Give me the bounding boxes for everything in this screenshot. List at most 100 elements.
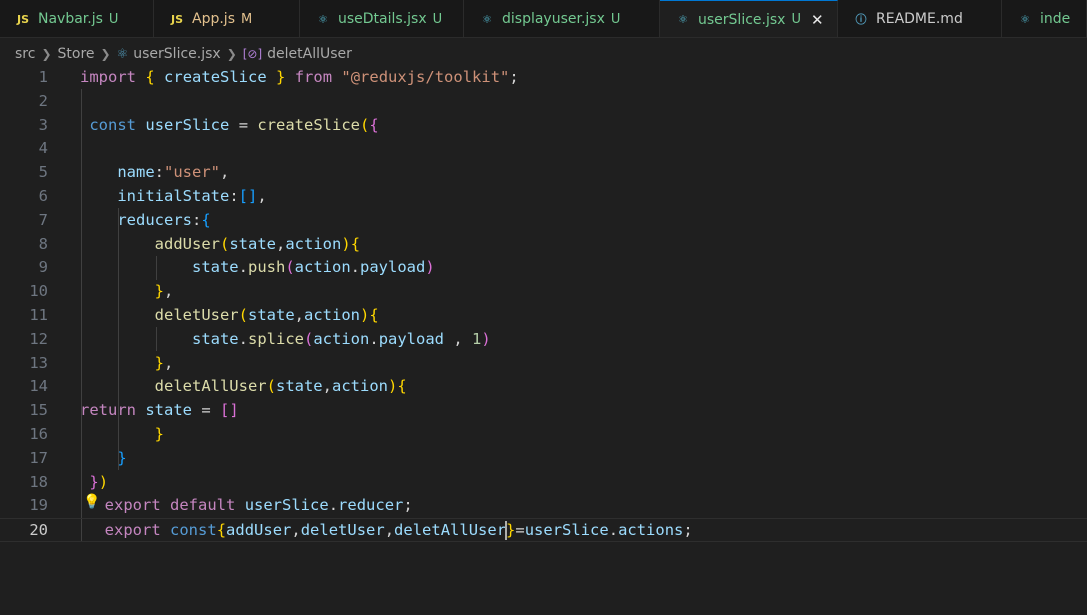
code-line[interactable]: 6 initialState:[], (0, 185, 1087, 209)
code-line[interactable]: 2 (0, 90, 1087, 114)
code-text: export default userSlice.reducer; (86, 494, 413, 518)
code-token: state (248, 306, 295, 324)
code-token: . (238, 258, 248, 277)
code-token: splice (248, 329, 304, 348)
code-line[interactable]: 12 state.splice(action.payload , 1) (0, 328, 1087, 352)
code-line[interactable]: 15 return state = [] (0, 399, 1087, 423)
code-token: deletAllUser (394, 521, 507, 540)
code-token: const (89, 115, 137, 134)
code-text: reducers:{ (80, 209, 211, 233)
code-line[interactable]: 18 }) (0, 471, 1087, 495)
line-number: 13 (29, 353, 48, 372)
code-token: initialState (117, 187, 230, 205)
react-icon: ⚛ (1020, 12, 1030, 26)
code-text: } (80, 447, 127, 471)
code-token: { (145, 68, 155, 86)
code-token: payload (360, 258, 426, 277)
code-text: state.splice(action.payload , 1) (80, 328, 491, 352)
code-token: ) (425, 258, 435, 277)
code-line[interactable]: 7 reducers:{ (0, 209, 1087, 233)
code-line[interactable]: 16 } (0, 423, 1087, 447)
code-line[interactable]: 19 export default userSlice.reducer; (0, 494, 1087, 518)
code-token: , (276, 234, 286, 253)
code-token: { (369, 115, 379, 134)
line-number: 15 (29, 401, 48, 420)
code-line[interactable]: 4 (0, 137, 1087, 161)
code-line[interactable]: 8 addUser(state,action){ (0, 233, 1087, 257)
breadcrumb-item[interactable]: deletAllUser (267, 46, 352, 62)
code-text: import { createSlice } from "@reduxjs/to… (80, 66, 519, 90)
tab-navbar-js[interactable]: JS Navbar.js U (0, 0, 154, 37)
breadcrumb-item[interactable]: userSlice.jsx (133, 46, 220, 62)
code-line[interactable]: 10 }, (0, 280, 1087, 304)
tab-userslice-jsx[interactable]: ⚛ userSlice.jsx U ✕ (660, 0, 838, 37)
code-text: name:"user", (80, 161, 229, 185)
tab-inde[interactable]: ⚛ inde (1002, 0, 1087, 37)
chevron-right-icon: ❯ (226, 47, 237, 61)
tab-app-js[interactable]: JS App.js M (154, 0, 300, 37)
tab-status-badge: U (108, 11, 119, 27)
code-token: . (238, 329, 248, 348)
code-token: } (154, 425, 164, 443)
code-token: { (350, 234, 361, 253)
react-icon: ⚛ (116, 46, 129, 62)
tab-readme-md[interactable]: ⓘ README.md (838, 0, 1002, 37)
code-line[interactable]: 14 deletAllUser(state,action){ (0, 375, 1087, 399)
js-file-icon: JS (170, 12, 183, 26)
code-token: ; (403, 496, 413, 515)
tab-label: Navbar.js (38, 11, 103, 27)
code-line[interactable]: 13 }, (0, 352, 1087, 376)
code-token: ) (341, 234, 351, 253)
code-token: } (117, 448, 127, 467)
chevron-right-icon: ❯ (100, 47, 111, 61)
breadcrumb-item[interactable]: Store (58, 46, 95, 62)
code-text: export const{addUser,deletUser,deletAllU… (86, 519, 693, 543)
line-number: 9 (38, 258, 48, 277)
code-token: ( (219, 234, 230, 253)
code-token: state (275, 377, 323, 396)
tab-displayuser-jsx[interactable]: ⚛ displayuser.jsx U (464, 0, 660, 37)
code-token: ( (304, 329, 314, 348)
code-token: userSlice (524, 521, 609, 540)
code-token: , (444, 329, 473, 348)
code-line[interactable]: 11 deletUser(state,action){ (0, 304, 1087, 328)
tab-label: App.js (192, 11, 235, 27)
code-line[interactable]: 9 state.push(action.payload) (0, 256, 1087, 280)
code-token: return (80, 401, 136, 420)
code-line[interactable]: 20 export const{addUser,deletUser,deletA… (0, 518, 1087, 542)
code-text: return state = [] (80, 399, 239, 423)
line-number: 18 (29, 472, 48, 491)
code-token: payload (378, 329, 445, 348)
code-token: { (216, 521, 227, 540)
code-token: default (170, 496, 236, 515)
code-line[interactable]: 1 import { createSlice } from "@reduxjs/t… (0, 66, 1087, 90)
close-icon[interactable]: ✕ (811, 11, 824, 29)
code-token: ( (285, 258, 295, 277)
code-token: ( (266, 377, 276, 396)
code-token: . (369, 329, 379, 348)
code-text: deletUser(state,action){ (80, 304, 379, 328)
info-icon: ⓘ (855, 13, 867, 26)
code-editor[interactable]: 💡 1 import { createSlice } from "@reduxjs… (0, 66, 1087, 615)
react-icon: ⚛ (482, 12, 492, 26)
code-token: { (201, 210, 211, 229)
code-line[interactable]: 3 const userSlice = createSlice({ (0, 114, 1087, 138)
code-line[interactable]: 17 } (0, 447, 1087, 471)
code-line[interactable]: 5 name:"user", (0, 161, 1087, 185)
code-token: action (313, 329, 370, 348)
breadcrumb-item[interactable]: src (15, 46, 35, 62)
tab-usedtails-jsx[interactable]: ⚛ useDtails.jsx U (300, 0, 464, 37)
line-number: 4 (38, 139, 48, 158)
code-token: action (285, 234, 342, 253)
line-number: 2 (38, 91, 48, 110)
code-token: createSlice (257, 115, 361, 134)
line-number: 3 (38, 115, 48, 134)
